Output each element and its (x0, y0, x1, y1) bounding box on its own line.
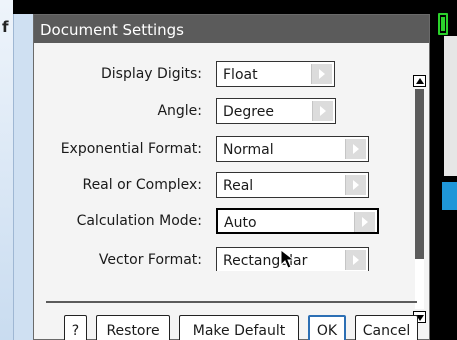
dialog-divider (46, 301, 417, 303)
display-digits-value: Float (223, 67, 258, 83)
dialog-content: Display Digits: Float Angle: Degree Expo… (34, 43, 429, 340)
scroll-thumb[interactable] (415, 89, 424, 259)
settings-scrollbar[interactable] (413, 75, 426, 323)
cancel-button[interactable]: Cancel (355, 315, 418, 340)
help-button[interactable]: ? (64, 315, 87, 340)
make-default-button[interactable]: Make Default (179, 315, 299, 340)
setting-row-exponential-format: Exponential Format: Normal (34, 132, 414, 166)
display-digits-dropdown[interactable]: Float (216, 61, 335, 87)
background-accent-strip (442, 182, 457, 210)
angle-label: Angle: (157, 103, 202, 119)
calculation-mode-dropdown[interactable]: Auto (216, 208, 379, 234)
display-digits-label: Display Digits: (100, 66, 202, 82)
scroll-track[interactable] (415, 89, 424, 309)
exponential-format-label: Exponential Format: (60, 141, 202, 157)
dropdown-arrow-icon[interactable] (354, 212, 375, 232)
scroll-up-icon[interactable] (413, 75, 426, 87)
ok-button[interactable]: OK (308, 315, 346, 340)
setting-row-real-or-complex: Real or Complex: Real (34, 168, 414, 202)
dialog-title: Document Settings (34, 15, 429, 43)
exponential-format-dropdown[interactable]: Normal (216, 136, 369, 162)
dropdown-arrow-icon[interactable] (345, 250, 366, 270)
background-top-bar (13, 0, 457, 14)
document-settings-dialog: Document Settings Display Digits: Float … (33, 14, 430, 340)
setting-row-angle: Angle: Degree (34, 94, 414, 128)
mouse-pointer-icon (280, 249, 296, 269)
angle-dropdown[interactable]: Degree (216, 98, 336, 124)
dropdown-arrow-icon[interactable] (311, 64, 332, 84)
angle-value: Degree (223, 104, 274, 120)
real-or-complex-label: Real or Complex: (82, 177, 202, 193)
exponential-format-value: Normal (223, 142, 274, 158)
dropdown-arrow-icon[interactable] (345, 175, 366, 195)
calculation-mode-value: Auto (224, 215, 257, 231)
battery-icon (438, 13, 448, 35)
setting-row-calculation-mode: Calculation Mode: Auto (34, 204, 414, 238)
background-right-strip (444, 36, 457, 176)
dropdown-arrow-icon[interactable] (312, 101, 333, 121)
vector-format-label: Vector Format: (98, 252, 202, 268)
dropdown-arrow-icon[interactable] (345, 139, 366, 159)
restore-button[interactable]: Restore (96, 315, 170, 340)
background-left-panel (0, 0, 14, 340)
setting-row-vector-format: Vector Format: Rectangular (34, 243, 414, 271)
real-or-complex-value: Real (223, 178, 254, 194)
calculation-mode-label: Calculation Mode: (76, 213, 202, 229)
document-icon: f (2, 18, 9, 36)
setting-row-display-digits: Display Digits: Float (34, 57, 414, 91)
real-or-complex-dropdown[interactable]: Real (216, 172, 369, 198)
